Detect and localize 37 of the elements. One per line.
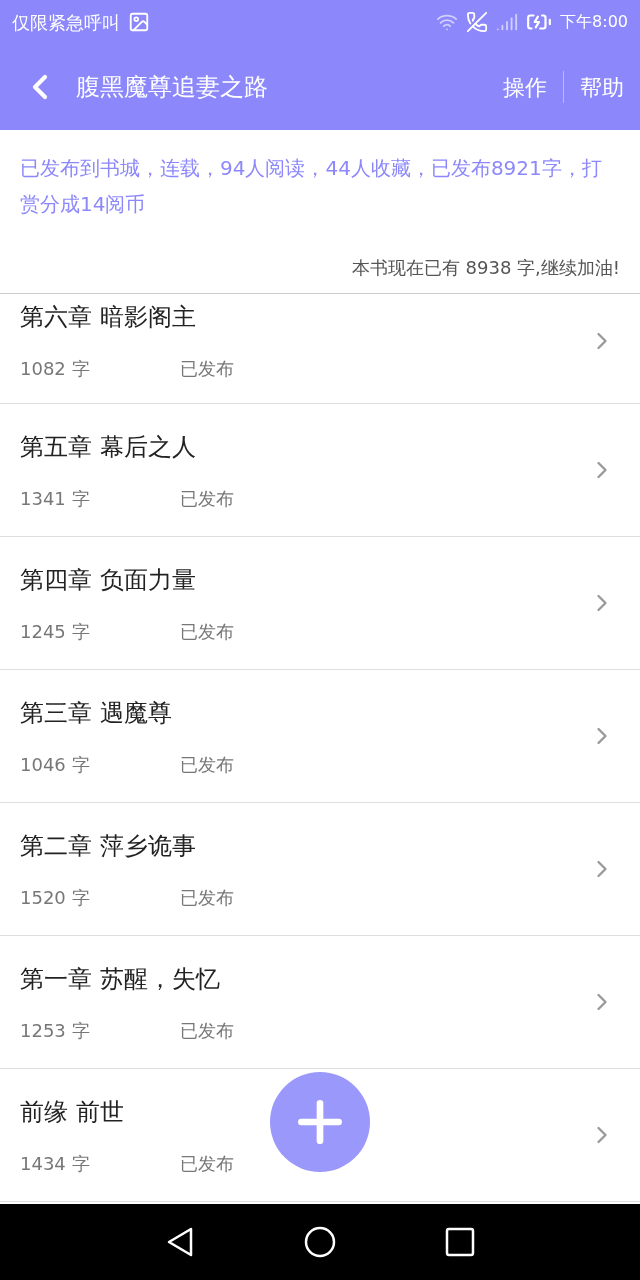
chapter-row[interactable]: 第一章 苏醒，失忆 1253 字 已发布 [0,936,640,1069]
chapter-row[interactable]: 第六章 暗影阁主 1082 字 已发布 [0,294,640,404]
chapter-title: 第三章 遇魔尊 [20,697,172,729]
chapter-row[interactable]: 第四章 负面力量 1245 字 已发布 [0,537,640,670]
status-notice: 仅限紧急呼叫 [12,10,120,35]
chapter-status: 已发布 [180,357,234,381]
status-time: 下午8:00 [560,11,628,33]
book-info: 已发布到书城，连载，94人阅读，44人收藏，已发布8921字，打赏分成14阅币 [20,155,603,218]
chapter-word-count: 1082 字 [20,357,91,381]
chapter-word-count: 1341 字 [20,486,91,511]
chapter-word-count: 1046 字 [20,752,91,777]
chapter-status: 已发布 [180,1018,234,1043]
chapter-status: 已发布 [180,752,234,777]
image-icon [128,11,150,33]
chapter-word-count: 1520 字 [20,885,91,910]
chapter-status: 已发布 [180,885,234,910]
chapter-row[interactable]: 第二章 萍乡诡事 1520 字 已发布 [0,803,640,936]
chapter-row[interactable]: 第三章 遇魔尊 1046 字 已发布 [0,670,640,803]
home-nav-icon[interactable] [303,1225,337,1259]
chapter-title: 第四章 负面力量 [20,564,196,596]
chapter-word-count: 1253 字 [20,1018,91,1043]
chapter-status: 已发布 [180,1151,234,1176]
chapter-word-count: 1245 字 [20,619,91,644]
word-count-message: 本书现在已有 8938 字,继续加油! [351,256,620,280]
recents-nav-icon[interactable] [443,1225,477,1259]
chapter-word-count: 1434 字 [20,1151,91,1176]
signal-icon [496,11,519,33]
chapter-title: 第六章 暗影阁主 [20,302,196,333]
chapter-title: 第二章 萍乡诡事 [20,830,196,862]
chapter-title: 第一章 苏醒，失忆 [20,963,220,995]
chapter-row[interactable]: 第五章 幕后之人 1341 字 已发布 [0,404,640,537]
chapter-status: 已发布 [180,619,234,644]
page-title: 腹黑魔尊追妻之路 [76,72,269,103]
chapter-title: 第五章 幕后之人 [20,431,196,463]
chapter-status: 已发布 [180,486,234,511]
phone-off-icon [466,11,489,33]
chapter-title: 前缘 前世 [20,1096,124,1128]
